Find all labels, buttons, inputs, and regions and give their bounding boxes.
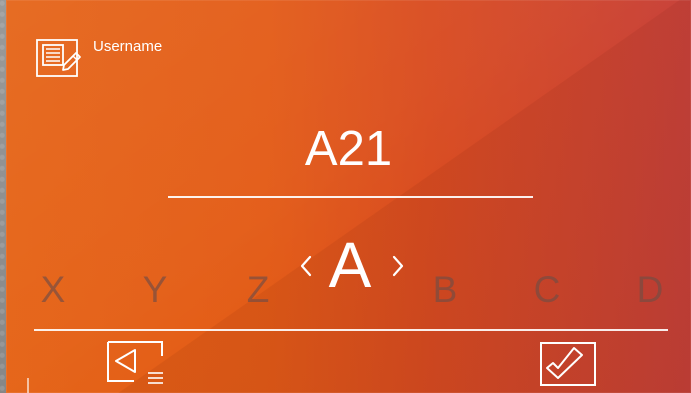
back-arrow-icon (107, 341, 163, 384)
character-option-y[interactable]: Y (139, 268, 171, 312)
chevron-left-icon[interactable] (292, 247, 320, 285)
character-selector[interactable]: X Y Z A B C D (6, 226, 691, 310)
back-button[interactable] (104, 339, 168, 389)
character-option-c[interactable]: C (531, 268, 563, 312)
checkmark-icon (540, 342, 596, 386)
username-entry-panel: Username A21 X Y Z A B C D (6, 0, 691, 393)
character-option-z[interactable]: Z (242, 268, 274, 312)
character-option-d[interactable]: D (634, 268, 666, 312)
current-character[interactable]: A (317, 226, 383, 304)
entered-username-value: A21 (304, 122, 393, 176)
chevron-right-icon[interactable] (384, 247, 412, 285)
entry-underline (168, 196, 533, 198)
character-option-x[interactable]: X (37, 268, 69, 312)
device-background: Username A21 X Y Z A B C D (0, 0, 691, 393)
left-edge-tick (27, 378, 29, 393)
confirm-button[interactable] (535, 339, 599, 389)
notepad-pencil-icon (33, 38, 87, 78)
username-label: Username (93, 38, 163, 55)
character-option-b[interactable]: B (429, 268, 461, 312)
selector-divider (34, 329, 668, 331)
